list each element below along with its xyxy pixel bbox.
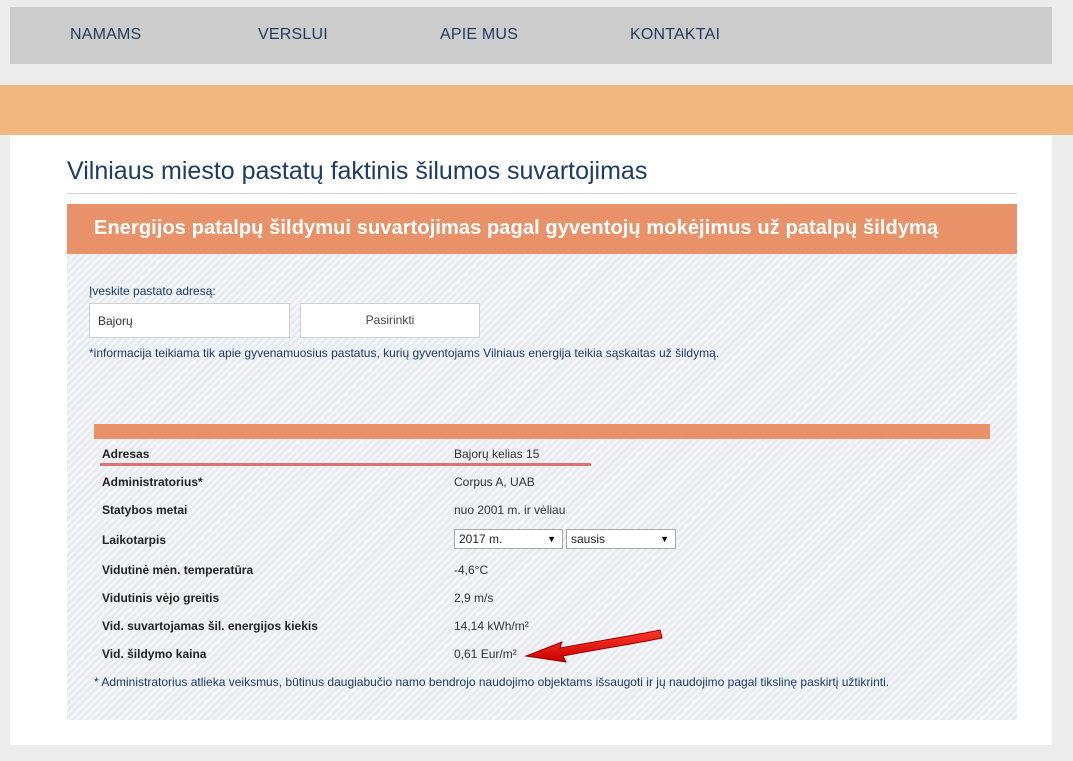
row-value-temperature: -4,6°C (454, 563, 489, 577)
address-highlight-underline (100, 463, 591, 466)
chevron-down-icon: ▼ (660, 534, 669, 544)
row-value-administrator: Corpus A, UAB (454, 475, 535, 489)
month-select-value: sausis (571, 532, 606, 546)
row-label-address: Adresas (102, 447, 150, 461)
row-value-address: Bajorų kelias 15 (454, 447, 540, 461)
section-title: Energijos patalpų šildymui suvartojimas … (94, 217, 939, 239)
info-note: *informacija teikiama tik apie gyvenamuo… (89, 346, 720, 360)
nav-item-kontaktai[interactable]: KONTAKTAI (630, 26, 720, 44)
section-header: Energijos patalpų šildymui suvartojimas … (67, 204, 1017, 254)
consumption-section: Energijos patalpų šildymui suvartojimas … (67, 204, 1017, 720)
row-label-wind: Vidutinis vėjo greitis (102, 591, 220, 605)
main-content: Vilniaus miesto pastatų faktinis šilumos… (10, 135, 1052, 745)
row-label-build-year: Statybos metai (102, 503, 188, 517)
row-label-price: Vid. šildymo kaina (102, 647, 207, 661)
row-value-energy: 14,14 kWh/m² (454, 619, 529, 633)
year-select-value: 2017 m. (459, 532, 503, 546)
address-label: Įveskite pastato adresą: (89, 284, 216, 298)
nav-item-namams[interactable]: NAMAMS (70, 26, 141, 44)
administrator-footnote: * Administratorius atlieka veiksmus, būt… (94, 675, 890, 689)
row-value-wind: 2,9 m/s (454, 591, 494, 605)
banner-strip (0, 85, 1073, 135)
nav-item-verslui[interactable]: VERSLUI (258, 26, 328, 44)
top-navigation: NAMAMS VERSLUI APIE MUS KONTAKTAI (10, 7, 1052, 64)
row-label-energy: Vid. suvartojamas šil. energijos kiekis (102, 619, 318, 633)
nav-item-apie-mus[interactable]: APIE MUS (440, 26, 518, 44)
red-arrow-icon (524, 629, 663, 663)
month-select[interactable]: sausis ▼ (566, 529, 676, 549)
page-title: Vilniaus miesto pastatų faktinis šilumos… (67, 157, 648, 185)
year-select[interactable]: 2017 m. ▼ (454, 529, 563, 549)
chevron-down-icon: ▼ (547, 534, 556, 544)
row-value-build-year: nuo 2001 m. ir vėliau (454, 503, 566, 517)
row-value-price: 0,61 Eur/m² (454, 647, 517, 661)
table-header-bar (94, 424, 990, 439)
title-divider (67, 193, 1017, 194)
row-label-administrator: Administratorius* (102, 475, 203, 489)
address-input[interactable] (89, 303, 290, 338)
row-label-period: Laikotarpis (102, 533, 167, 547)
select-button[interactable]: Pasirinkti (300, 303, 480, 338)
row-label-temperature: Vidutinė mėn. temperatūra (102, 563, 254, 577)
